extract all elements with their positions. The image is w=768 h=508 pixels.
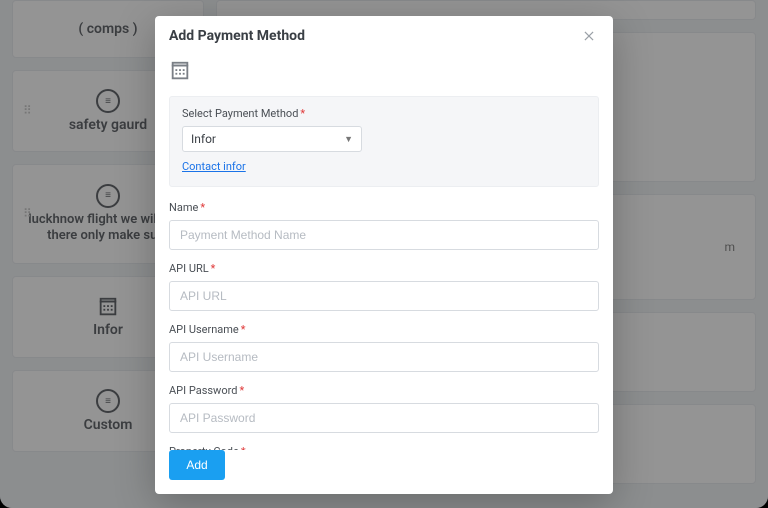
chevron-down-icon: ▼ [344, 134, 353, 145]
select-payment-method-label: Select Payment Method* [182, 107, 586, 120]
api-url-field-group: API URL* [169, 262, 599, 311]
select-panel: Select Payment Method* Infor ▼ Contact i… [169, 96, 599, 187]
api-password-field-group: API Password* [169, 384, 599, 433]
required-star: * [200, 201, 205, 214]
modal-footer: Add [155, 450, 613, 494]
label-text: Select Payment Method [182, 107, 298, 120]
api-url-input[interactable] [169, 281, 599, 311]
top-icon-row [169, 56, 599, 96]
select-value: Infor [191, 132, 216, 146]
modal-overlay[interactable]: Add Payment Method Select Payment Method… [0, 0, 768, 508]
api-password-label: API Password* [169, 384, 599, 397]
label-text: API Username [169, 323, 239, 336]
api-password-input[interactable] [169, 403, 599, 433]
required-star: * [239, 384, 244, 397]
name-input[interactable] [169, 220, 599, 250]
modal-header: Add Payment Method [155, 16, 613, 56]
payment-method-select[interactable]: Infor ▼ [182, 126, 362, 152]
api-username-input[interactable] [169, 342, 599, 372]
label-text: API URL [169, 262, 209, 275]
modal-title: Add Payment Method [169, 28, 305, 44]
add-payment-method-modal: Add Payment Method Select Payment Method… [155, 16, 613, 494]
api-username-label: API Username* [169, 323, 599, 336]
label-text: Name [169, 201, 198, 214]
modal-body: Select Payment Method* Infor ▼ Contact i… [155, 56, 613, 450]
add-button[interactable]: Add [169, 450, 225, 480]
required-star: * [241, 323, 246, 336]
name-label: Name* [169, 201, 599, 214]
contact-infor-link[interactable]: Contact infor [182, 160, 246, 173]
required-star: * [300, 107, 305, 120]
name-field-group: Name* [169, 201, 599, 250]
label-text: API Password [169, 384, 237, 397]
api-username-field-group: API Username* [169, 323, 599, 372]
required-star: * [211, 262, 216, 275]
close-icon[interactable] [579, 26, 599, 46]
building-icon [169, 60, 191, 82]
api-url-label: API URL* [169, 262, 599, 275]
